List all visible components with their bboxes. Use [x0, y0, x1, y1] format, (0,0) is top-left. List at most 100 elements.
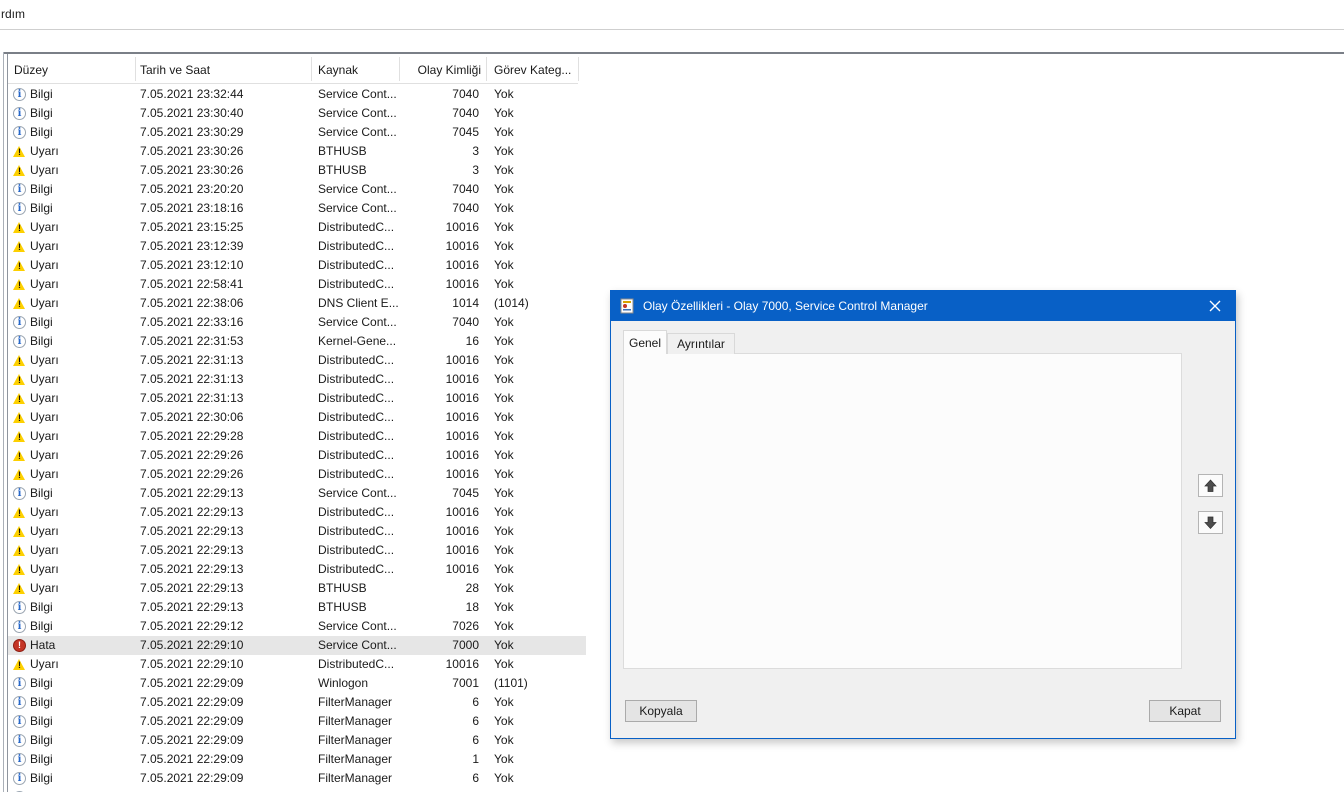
column-header-source[interactable]: Kaynak [318, 54, 403, 84]
event-row[interactable]: Bilgi 7.05.2021 23:32:44 Service Cont...… [8, 85, 586, 104]
cell-event-id: 7045 [452, 125, 479, 139]
level-icon [13, 297, 26, 310]
event-row[interactable]: Uyarı 7.05.2021 23:30:26 BTHUSB 3 Yok [8, 161, 586, 180]
dialog-titlebar[interactable]: Olay Özellikleri - Olay 7000, Service Co… [611, 291, 1235, 321]
event-row[interactable]: Bilgi 7.05.2021 22:29:13 Service Cont...… [8, 484, 586, 503]
event-row[interactable]: Uyarı 7.05.2021 23:15:25 DistributedC...… [8, 218, 586, 237]
header-bottom-border [8, 83, 578, 84]
tab-details[interactable]: Ayrıntılar [667, 333, 735, 354]
column-separator[interactable] [578, 57, 579, 81]
copy-button[interactable]: Kopyala [625, 700, 697, 722]
cell-event-id: 6 [472, 771, 479, 785]
cell-source: BTHUSB [318, 144, 367, 158]
event-row[interactable]: Uyarı 7.05.2021 22:29:26 DistributedC...… [8, 465, 586, 484]
next-event-button[interactable] [1198, 511, 1223, 534]
cell-task-category: Yok [494, 258, 514, 272]
cell-event-id: 6 [472, 695, 479, 709]
level-icon [13, 221, 26, 234]
previous-event-button[interactable] [1198, 474, 1223, 497]
cell-task-category: Yok [494, 410, 514, 424]
event-row[interactable]: Bilgi 7.05.2021 22:29:09 Winlogon 7001 (… [8, 674, 586, 693]
cell-task-category: Yok [494, 220, 514, 234]
cell-task-category: Yok [494, 125, 514, 139]
column-header-datetime[interactable]: Tarih ve Saat [140, 54, 310, 84]
event-row[interactable]: Bilgi 7.05.2021 22:33:16 Service Cont...… [8, 313, 586, 332]
event-row[interactable]: Bilgi 7.05.2021 22:29:13 BTHUSB 18 Yok [8, 598, 586, 617]
column-separator[interactable] [135, 57, 136, 81]
cell-source: DistributedC... [318, 467, 395, 481]
close-icon[interactable] [1195, 291, 1235, 321]
cell-level: Bilgi [30, 334, 53, 348]
cell-task-category: Yok [494, 353, 514, 367]
event-row[interactable]: Bilgi 7.05.2021 23:20:20 Service Cont...… [8, 180, 586, 199]
event-row[interactable]: Bilgi 7.05.2021 22:29:09 FilterManager 6… [8, 693, 586, 712]
event-row[interactable]: Hata 7.05.2021 22:29:10 Service Cont... … [8, 636, 586, 655]
event-row[interactable]: Uyarı 7.05.2021 22:29:26 DistributedC...… [8, 446, 586, 465]
cell-level: Uyarı [30, 543, 59, 557]
column-header-event-id[interactable]: Olay Kimliği [399, 54, 481, 84]
column-separator[interactable] [399, 57, 400, 81]
cell-task-category: Yok [494, 106, 514, 120]
cell-level: Uyarı [30, 657, 59, 671]
cell-source: Service Cont... [318, 87, 397, 101]
event-row[interactable] [8, 788, 586, 792]
cell-event-id: 10016 [445, 543, 479, 557]
event-row[interactable]: Uyarı 7.05.2021 22:38:06 DNS Client E...… [8, 294, 586, 313]
cell-datetime: 7.05.2021 22:29:10 [140, 657, 244, 671]
menu-item-help-partial[interactable]: rdım [1, 7, 25, 21]
event-row[interactable]: Uyarı 7.05.2021 22:29:13 DistributedC...… [8, 522, 586, 541]
event-row[interactable]: Bilgi 7.05.2021 23:18:16 Service Cont...… [8, 199, 586, 218]
event-properties-icon [619, 298, 635, 314]
event-row[interactable]: Uyarı 7.05.2021 23:30:26 BTHUSB 3 Yok [8, 142, 586, 161]
event-row[interactable]: Bilgi 7.05.2021 22:29:09 FilterManager 6… [8, 731, 586, 750]
level-icon [13, 772, 26, 785]
column-separator[interactable] [311, 57, 312, 81]
event-row[interactable]: Bilgi 7.05.2021 23:30:29 Service Cont...… [8, 123, 586, 142]
event-row[interactable]: Uyarı 7.05.2021 22:31:13 DistributedC...… [8, 370, 586, 389]
column-header-task-category[interactable]: Görev Kateg... [494, 54, 578, 84]
event-row[interactable]: Bilgi 7.05.2021 23:30:40 Service Cont...… [8, 104, 586, 123]
event-row[interactable]: Uyarı 7.05.2021 23:12:10 DistributedC...… [8, 256, 586, 275]
event-row[interactable]: Bilgi 7.05.2021 22:29:09 FilterManager 1… [8, 750, 586, 769]
cell-event-id: 6 [472, 714, 479, 728]
cell-task-category: Yok [494, 486, 514, 500]
cell-event-id: 10016 [445, 277, 479, 291]
column-header-level[interactable]: Düzey [14, 54, 134, 84]
event-row[interactable]: Uyarı 7.05.2021 22:29:13 DistributedC...… [8, 541, 586, 560]
cell-source: DistributedC... [318, 353, 395, 367]
event-row[interactable]: Uyarı 7.05.2021 23:12:39 DistributedC...… [8, 237, 586, 256]
cell-datetime: 7.05.2021 22:29:09 [140, 695, 244, 709]
event-row[interactable]: Uyarı 7.05.2021 22:30:06 DistributedC...… [8, 408, 586, 427]
event-row[interactable]: Uyarı 7.05.2021 22:29:28 DistributedC...… [8, 427, 586, 446]
cell-level: Uyarı [30, 144, 59, 158]
cell-level: Bilgi [30, 182, 53, 196]
event-row[interactable]: Bilgi 7.05.2021 22:29:09 FilterManager 6… [8, 769, 586, 788]
event-row[interactable]: Bilgi 7.05.2021 22:29:09 FilterManager 6… [8, 712, 586, 731]
event-row[interactable]: Bilgi 7.05.2021 22:29:12 Service Cont...… [8, 617, 586, 636]
cell-level: Bilgi [30, 619, 53, 633]
cell-datetime: 7.05.2021 22:29:13 [140, 600, 244, 614]
event-row[interactable]: Uyarı 7.05.2021 22:58:41 DistributedC...… [8, 275, 586, 294]
cell-event-id: 3 [472, 144, 479, 158]
close-button[interactable]: Kapat [1149, 700, 1221, 722]
event-row[interactable]: Uyarı 7.05.2021 22:29:10 DistributedC...… [8, 655, 586, 674]
event-row[interactable]: Uyarı 7.05.2021 22:29:13 DistributedC...… [8, 560, 586, 579]
event-row[interactable]: Uyarı 7.05.2021 22:31:13 DistributedC...… [8, 351, 586, 370]
level-icon [13, 316, 26, 329]
cell-datetime: 7.05.2021 22:29:13 [140, 524, 244, 538]
cell-datetime: 7.05.2021 22:29:13 [140, 562, 244, 576]
level-icon [13, 620, 26, 633]
cell-datetime: 7.05.2021 22:31:53 [140, 334, 244, 348]
level-icon [13, 183, 26, 196]
cell-task-category: Yok [494, 315, 514, 329]
level-icon [13, 506, 26, 519]
event-row[interactable]: Uyarı 7.05.2021 22:31:13 DistributedC...… [8, 389, 586, 408]
event-row[interactable]: Uyarı 7.05.2021 22:29:13 BTHUSB 28 Yok [8, 579, 586, 598]
cell-source: Service Cont... [318, 486, 397, 500]
cell-level: Bilgi [30, 486, 53, 500]
events-panel-splitter[interactable] [3, 52, 4, 792]
column-separator[interactable] [486, 57, 487, 81]
tab-general[interactable]: Genel [623, 330, 667, 354]
event-row[interactable]: Uyarı 7.05.2021 22:29:13 DistributedC...… [8, 503, 586, 522]
event-row[interactable]: Bilgi 7.05.2021 22:31:53 Kernel-Gene... … [8, 332, 586, 351]
